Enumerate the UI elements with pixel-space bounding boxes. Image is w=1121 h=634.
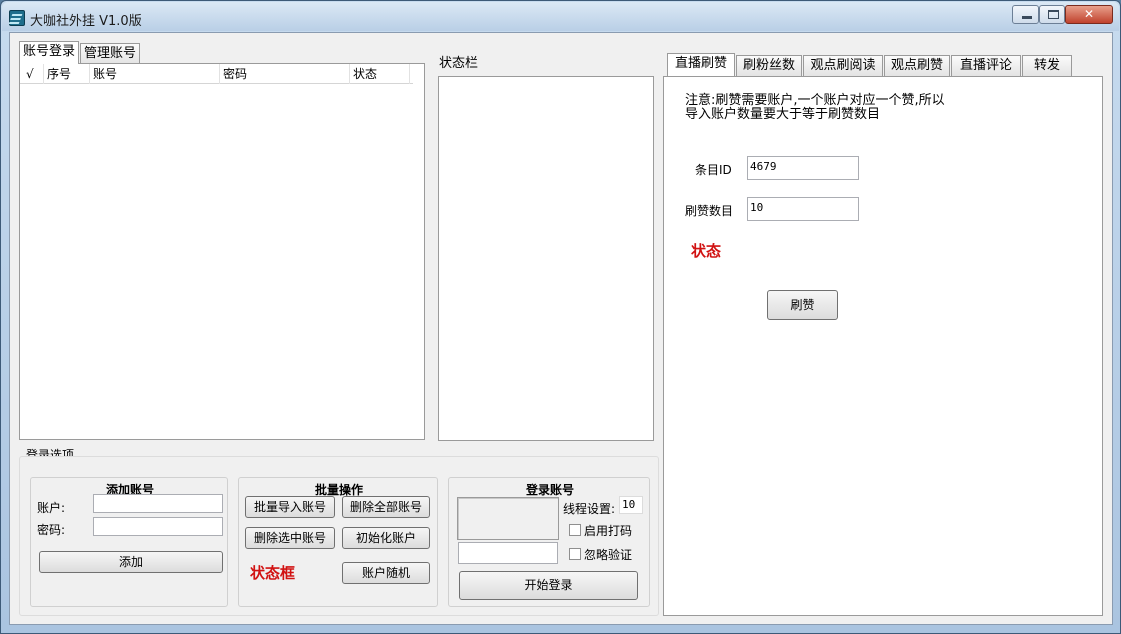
- account-input[interactable]: [93, 494, 223, 513]
- app-window: 大咖社外挂 V1.0版 ✕ 账号登录 管理账号 √ 序号 账号 密码 状态 状态…: [0, 0, 1121, 634]
- item-id-input[interactable]: 4679: [747, 156, 859, 180]
- thread-count-input[interactable]: 10: [619, 496, 643, 514]
- initialize-accounts-button[interactable]: 初始化账户: [342, 527, 430, 549]
- ignore-verify-checkbox-label: 忽略验证: [584, 548, 633, 562]
- column-status[interactable]: 状态: [350, 64, 410, 84]
- captcha-checkbox[interactable]: [569, 524, 581, 536]
- tab-manage-accounts[interactable]: 管理账号: [80, 43, 140, 64]
- password-label: 密码:: [37, 523, 66, 537]
- close-button[interactable]: ✕: [1065, 5, 1113, 24]
- tab-live-comments[interactable]: 直播评论: [951, 55, 1021, 76]
- maximize-icon: [1048, 10, 1059, 19]
- add-button[interactable]: 添加: [39, 551, 223, 573]
- tab-fans[interactable]: 刷粉丝数: [736, 55, 802, 76]
- status-log[interactable]: [438, 76, 654, 441]
- delete-all-button[interactable]: 删除全部账号: [342, 496, 430, 518]
- tab-live-likes[interactable]: 直播刷赞: [667, 53, 735, 76]
- like-count-input[interactable]: 10: [747, 197, 859, 221]
- like-submit-button[interactable]: 刷赞: [767, 290, 838, 320]
- tab-view-likes[interactable]: 观点刷赞: [884, 55, 950, 76]
- column-index[interactable]: 序号: [44, 64, 90, 84]
- status-box-label: 状态框: [250, 564, 296, 582]
- batch-import-button[interactable]: 批量导入账号: [245, 496, 335, 518]
- column-password[interactable]: 密码: [220, 64, 350, 84]
- batch-operations-group: 批量操作 批量导入账号 删除全部账号 删除选中账号 初始化账户 状态框 账户随机: [238, 477, 438, 607]
- notice-text: 注意:刷赞需要账户,一个账户对应一个赞,所以导入账户数量要大于等于刷赞数目: [685, 93, 945, 122]
- status-bar-label: 状态栏: [439, 56, 479, 71]
- minimize-button[interactable]: [1012, 5, 1039, 24]
- column-check[interactable]: √: [20, 64, 44, 84]
- app-logo-icon: [9, 10, 25, 26]
- captcha-image: [457, 497, 559, 540]
- start-login-button[interactable]: 开始登录: [459, 571, 638, 600]
- item-id-label: 条目ID: [695, 163, 732, 177]
- random-account-button[interactable]: 账户随机: [342, 562, 430, 584]
- account-label: 账户:: [37, 501, 66, 515]
- title-bar[interactable]: 大咖社外挂 V1.0版 ✕: [2, 2, 1119, 31]
- thread-setting-label: 线程设置:: [563, 502, 616, 516]
- delete-selected-button[interactable]: 删除选中账号: [245, 527, 335, 549]
- tab-account-login[interactable]: 账号登录: [19, 41, 79, 64]
- captcha-checkbox-label: 启用打码: [584, 524, 633, 538]
- like-count-label: 刷赞数目: [685, 204, 734, 218]
- account-list[interactable]: √ 序号 账号 密码 状态: [19, 63, 425, 440]
- client-area: 账号登录 管理账号 √ 序号 账号 密码 状态 状态栏 登录选项 添加账号 账户…: [9, 32, 1113, 625]
- ignore-verify-checkbox[interactable]: [569, 548, 581, 560]
- minimize-icon: [1022, 16, 1032, 19]
- close-icon: ✕: [1083, 7, 1095, 21]
- login-options-group: 添加账号 账户: 密码: 添加 批量操作 批量导入账号 删除全部账号 删除选中账…: [19, 456, 659, 616]
- live-likes-panel: 注意:刷赞需要账户,一个账户对应一个赞,所以导入账户数量要大于等于刷赞数目 条目…: [663, 76, 1103, 616]
- like-status-label: 状态: [691, 242, 722, 260]
- window-title: 大咖社外挂 V1.0版: [30, 14, 142, 29]
- tab-forward[interactable]: 转发: [1022, 55, 1072, 76]
- add-account-group: 添加账号 账户: 密码: 添加: [30, 477, 228, 607]
- account-list-header: √ 序号 账号 密码 状态: [20, 64, 413, 84]
- tab-view-reads[interactable]: 观点刷阅读: [803, 55, 883, 76]
- captcha-input[interactable]: [458, 542, 558, 564]
- password-input[interactable]: [93, 517, 223, 536]
- maximize-button[interactable]: [1039, 5, 1065, 24]
- login-account-group: 登录账号 线程设置: 10 启用打码 忽略验证 开始登录: [448, 477, 650, 607]
- column-account[interactable]: 账号: [90, 64, 220, 84]
